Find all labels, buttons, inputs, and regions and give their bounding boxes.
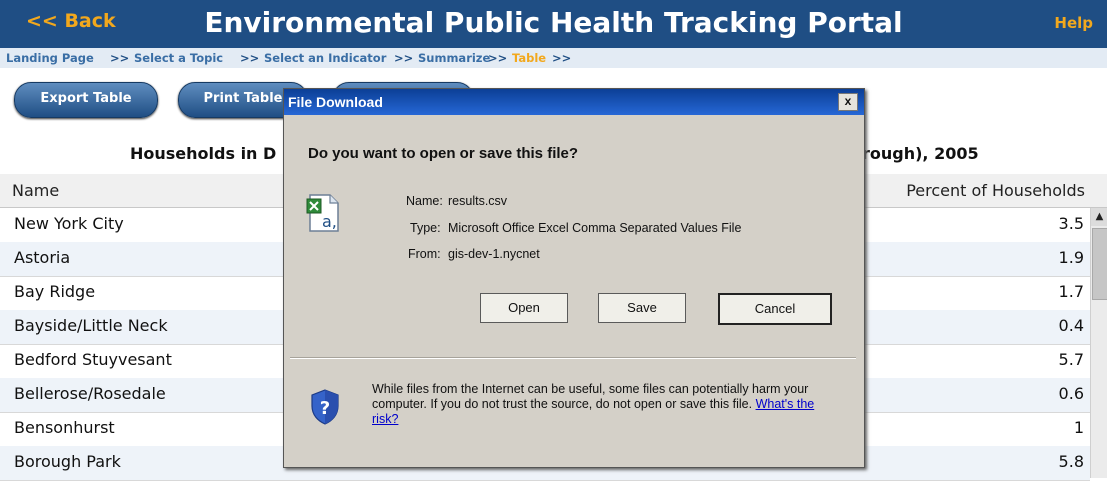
table-scrollbar[interactable]: ▲ — [1090, 208, 1107, 478]
row-percent: 1.7 — [1058, 282, 1084, 301]
file-type-value: Microsoft Office Excel Comma Separated V… — [448, 221, 742, 235]
security-warning: While files from the Internet can be use… — [372, 382, 842, 427]
security-shield-icon: ? — [311, 389, 339, 425]
file-type-label: Type: — [410, 221, 441, 235]
row-percent: 1 — [1073, 418, 1084, 437]
row-percent: 1.9 — [1058, 248, 1084, 267]
row-percent: 3.5 — [1058, 214, 1084, 233]
scroll-up-icon[interactable]: ▲ — [1091, 208, 1107, 226]
portal-header: << Back Environmental Public Health Trac… — [0, 0, 1107, 48]
dialog-question: Do you want to open or save this file? — [308, 145, 579, 162]
breadcrumb-select-indicator[interactable]: Select an Indicator — [264, 51, 386, 65]
row-name: New York City — [14, 214, 124, 233]
file-source-value: gis-dev-1.nycnet — [448, 247, 540, 261]
cancel-button[interactable]: Cancel — [718, 293, 832, 325]
help-link[interactable]: Help — [1054, 14, 1093, 32]
file-csv-icon: a, — [306, 194, 339, 232]
scrollbar-thumb[interactable] — [1092, 228, 1107, 300]
dialog-divider — [290, 357, 856, 359]
breadcrumb-summarize[interactable]: Summarize — [418, 51, 490, 65]
warning-text: While files from the Internet can be use… — [372, 382, 809, 411]
row-name: Bensonhurst — [14, 418, 115, 437]
row-percent: 0.4 — [1058, 316, 1084, 335]
row-name: Bedford Stuyvesant — [14, 350, 172, 369]
svg-text:a,: a, — [322, 212, 337, 231]
row-percent: 5.8 — [1058, 452, 1084, 471]
breadcrumb-separator: >> — [552, 51, 572, 65]
breadcrumb-separator: >> — [488, 51, 508, 65]
page-title: Environmental Public Health Tracking Por… — [204, 6, 903, 39]
close-icon[interactable]: x — [838, 93, 858, 111]
svg-text:?: ? — [320, 398, 330, 419]
row-percent: 5.7 — [1058, 350, 1084, 369]
file-source-label: From: — [408, 247, 441, 261]
row-name: Bayside/Little Neck — [14, 316, 168, 335]
row-name: Astoria — [14, 248, 71, 267]
breadcrumb-select-topic[interactable]: Select a Topic — [134, 51, 223, 65]
breadcrumb-separator: >> — [240, 51, 260, 65]
file-name-value: results.csv — [448, 194, 508, 208]
row-name: Bay Ridge — [14, 282, 96, 301]
breadcrumb-landing-page[interactable]: Landing Page — [6, 51, 94, 65]
dialog-titlebar[interactable]: File Download x — [284, 89, 864, 115]
file-download-dialog: File Download x Do you want to open or s… — [283, 88, 865, 468]
export-table-button[interactable]: Export Table — [14, 82, 158, 118]
dialog-title: File Download — [288, 94, 383, 110]
breadcrumb-table: Table — [512, 51, 547, 65]
breadcrumb-separator: >> — [110, 51, 130, 65]
save-button[interactable]: Save — [598, 293, 686, 323]
table-caption-right: rough), 2005 — [862, 144, 979, 163]
row-name: Borough Park — [14, 452, 121, 471]
table-caption-left: Households in D — [130, 144, 277, 163]
file-name-label: Name: — [406, 194, 443, 208]
breadcrumb-separator: >> — [394, 51, 414, 65]
open-button[interactable]: Open — [480, 293, 568, 323]
row-name: Bellerose/Rosedale — [14, 384, 166, 403]
breadcrumb: Landing Page >> Select a Topic >> Select… — [0, 48, 1107, 68]
row-percent: 0.6 — [1058, 384, 1084, 403]
